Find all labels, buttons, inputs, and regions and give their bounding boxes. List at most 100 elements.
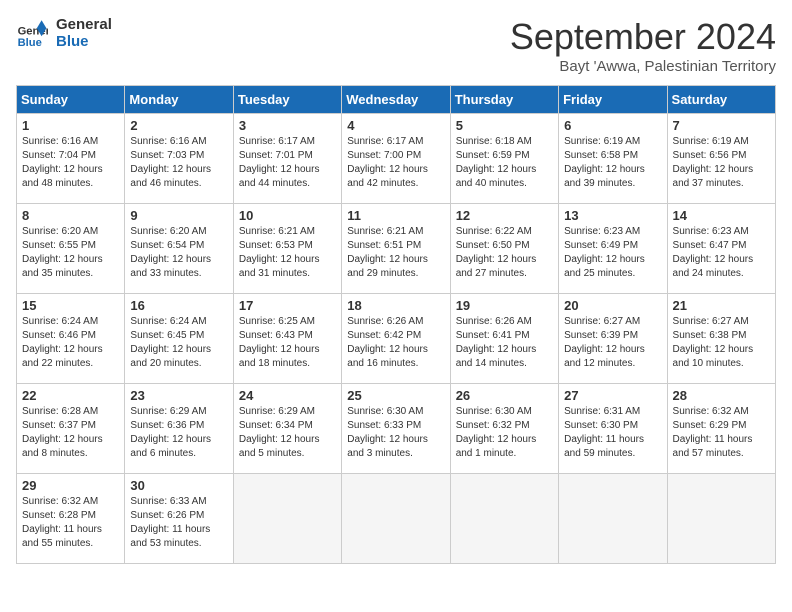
calendar-day-5: 5 Sunrise: 6:18 AMSunset: 6:59 PMDayligh… [450, 114, 558, 204]
logo-text-blue: Blue [56, 33, 112, 50]
day-number: 28 [673, 388, 770, 403]
weekday-header-monday: Monday [125, 86, 233, 114]
day-number: 16 [130, 298, 227, 313]
day-number: 9 [130, 208, 227, 223]
calendar-day-13: 13 Sunrise: 6:23 AMSunset: 6:49 PMDaylig… [559, 204, 667, 294]
calendar-day-15: 15 Sunrise: 6:24 AMSunset: 6:46 PMDaylig… [17, 294, 125, 384]
day-number: 29 [22, 478, 119, 493]
day-number: 22 [22, 388, 119, 403]
day-number: 26 [456, 388, 553, 403]
calendar-day-14: 14 Sunrise: 6:23 AMSunset: 6:47 PMDaylig… [667, 204, 775, 294]
day-info: Sunrise: 6:18 AMSunset: 6:59 PMDaylight:… [456, 135, 553, 191]
weekday-header-thursday: Thursday [450, 86, 558, 114]
empty-cell [450, 474, 558, 564]
empty-cell [342, 474, 450, 564]
day-info: Sunrise: 6:28 AMSunset: 6:37 PMDaylight:… [22, 405, 119, 461]
day-info: Sunrise: 6:16 AMSunset: 7:03 PMDaylight:… [130, 135, 227, 191]
calendar-day-23: 23 Sunrise: 6:29 AMSunset: 6:36 PMDaylig… [125, 384, 233, 474]
day-number: 3 [239, 118, 336, 133]
calendar-day-29: 29 Sunrise: 6:32 AMSunset: 6:28 PMDaylig… [17, 474, 125, 564]
weekday-header-wednesday: Wednesday [342, 86, 450, 114]
calendar-day-4: 4 Sunrise: 6:17 AMSunset: 7:00 PMDayligh… [342, 114, 450, 204]
day-info: Sunrise: 6:21 AMSunset: 6:51 PMDaylight:… [347, 225, 444, 281]
day-info: Sunrise: 6:30 AMSunset: 6:32 PMDaylight:… [456, 405, 553, 461]
day-number: 18 [347, 298, 444, 313]
day-info: Sunrise: 6:20 AMSunset: 6:55 PMDaylight:… [22, 225, 119, 281]
calendar-week-row: 29 Sunrise: 6:32 AMSunset: 6:28 PMDaylig… [17, 474, 776, 564]
day-info: Sunrise: 6:25 AMSunset: 6:43 PMDaylight:… [239, 315, 336, 371]
weekday-header-row: SundayMondayTuesdayWednesdayThursdayFrid… [17, 86, 776, 114]
day-number: 14 [673, 208, 770, 223]
day-info: Sunrise: 6:16 AMSunset: 7:04 PMDaylight:… [22, 135, 119, 191]
calendar-day-1: 1 Sunrise: 6:16 AMSunset: 7:04 PMDayligh… [17, 114, 125, 204]
day-number: 20 [564, 298, 661, 313]
calendar-day-9: 9 Sunrise: 6:20 AMSunset: 6:54 PMDayligh… [125, 204, 233, 294]
day-number: 6 [564, 118, 661, 133]
day-number: 15 [22, 298, 119, 313]
day-info: Sunrise: 6:19 AMSunset: 6:56 PMDaylight:… [673, 135, 770, 191]
calendar-day-18: 18 Sunrise: 6:26 AMSunset: 6:42 PMDaylig… [342, 294, 450, 384]
calendar-day-30: 30 Sunrise: 6:33 AMSunset: 6:26 PMDaylig… [125, 474, 233, 564]
day-number: 2 [130, 118, 227, 133]
day-number: 25 [347, 388, 444, 403]
title-block: September 2024 Bayt 'Awwa, Palestinian T… [510, 16, 776, 75]
day-number: 7 [673, 118, 770, 133]
day-info: Sunrise: 6:26 AMSunset: 6:41 PMDaylight:… [456, 315, 553, 371]
weekday-header-sunday: Sunday [17, 86, 125, 114]
calendar-day-16: 16 Sunrise: 6:24 AMSunset: 6:45 PMDaylig… [125, 294, 233, 384]
logo-text-general: General [56, 16, 112, 33]
day-number: 1 [22, 118, 119, 133]
day-number: 11 [347, 208, 444, 223]
day-number: 23 [130, 388, 227, 403]
empty-cell [233, 474, 341, 564]
calendar-body: 1 Sunrise: 6:16 AMSunset: 7:04 PMDayligh… [17, 114, 776, 564]
calendar-day-27: 27 Sunrise: 6:31 AMSunset: 6:30 PMDaylig… [559, 384, 667, 474]
day-info: Sunrise: 6:27 AMSunset: 6:38 PMDaylight:… [673, 315, 770, 371]
svg-text:Blue: Blue [18, 37, 42, 49]
day-number: 4 [347, 118, 444, 133]
day-number: 12 [456, 208, 553, 223]
day-number: 21 [673, 298, 770, 313]
day-number: 17 [239, 298, 336, 313]
calendar-week-row: 22 Sunrise: 6:28 AMSunset: 6:37 PMDaylig… [17, 384, 776, 474]
day-info: Sunrise: 6:20 AMSunset: 6:54 PMDaylight:… [130, 225, 227, 281]
day-info: Sunrise: 6:17 AMSunset: 7:01 PMDaylight:… [239, 135, 336, 191]
weekday-header-tuesday: Tuesday [233, 86, 341, 114]
calendar-week-row: 15 Sunrise: 6:24 AMSunset: 6:46 PMDaylig… [17, 294, 776, 384]
day-info: Sunrise: 6:21 AMSunset: 6:53 PMDaylight:… [239, 225, 336, 281]
logo: General Blue General Blue [16, 16, 112, 50]
day-number: 13 [564, 208, 661, 223]
calendar-day-20: 20 Sunrise: 6:27 AMSunset: 6:39 PMDaylig… [559, 294, 667, 384]
day-number: 19 [456, 298, 553, 313]
day-number: 24 [239, 388, 336, 403]
day-info: Sunrise: 6:24 AMSunset: 6:45 PMDaylight:… [130, 315, 227, 371]
day-info: Sunrise: 6:29 AMSunset: 6:36 PMDaylight:… [130, 405, 227, 461]
calendar-day-7: 7 Sunrise: 6:19 AMSunset: 6:56 PMDayligh… [667, 114, 775, 204]
calendar-day-2: 2 Sunrise: 6:16 AMSunset: 7:03 PMDayligh… [125, 114, 233, 204]
calendar-day-3: 3 Sunrise: 6:17 AMSunset: 7:01 PMDayligh… [233, 114, 341, 204]
calendar-day-21: 21 Sunrise: 6:27 AMSunset: 6:38 PMDaylig… [667, 294, 775, 384]
calendar-day-26: 26 Sunrise: 6:30 AMSunset: 6:32 PMDaylig… [450, 384, 558, 474]
calendar-day-17: 17 Sunrise: 6:25 AMSunset: 6:43 PMDaylig… [233, 294, 341, 384]
day-info: Sunrise: 6:26 AMSunset: 6:42 PMDaylight:… [347, 315, 444, 371]
calendar-day-24: 24 Sunrise: 6:29 AMSunset: 6:34 PMDaylig… [233, 384, 341, 474]
day-number: 10 [239, 208, 336, 223]
month-title: September 2024 [510, 16, 776, 58]
day-info: Sunrise: 6:22 AMSunset: 6:50 PMDaylight:… [456, 225, 553, 281]
day-info: Sunrise: 6:31 AMSunset: 6:30 PMDaylight:… [564, 405, 661, 461]
calendar-day-11: 11 Sunrise: 6:21 AMSunset: 6:51 PMDaylig… [342, 204, 450, 294]
day-number: 8 [22, 208, 119, 223]
weekday-header-friday: Friday [559, 86, 667, 114]
logo-icon: General Blue [16, 17, 48, 49]
day-info: Sunrise: 6:29 AMSunset: 6:34 PMDaylight:… [239, 405, 336, 461]
calendar-day-10: 10 Sunrise: 6:21 AMSunset: 6:53 PMDaylig… [233, 204, 341, 294]
day-info: Sunrise: 6:24 AMSunset: 6:46 PMDaylight:… [22, 315, 119, 371]
day-info: Sunrise: 6:30 AMSunset: 6:33 PMDaylight:… [347, 405, 444, 461]
calendar-day-8: 8 Sunrise: 6:20 AMSunset: 6:55 PMDayligh… [17, 204, 125, 294]
day-info: Sunrise: 6:27 AMSunset: 6:39 PMDaylight:… [564, 315, 661, 371]
empty-cell [559, 474, 667, 564]
empty-cell [667, 474, 775, 564]
day-info: Sunrise: 6:23 AMSunset: 6:47 PMDaylight:… [673, 225, 770, 281]
calendar-week-row: 1 Sunrise: 6:16 AMSunset: 7:04 PMDayligh… [17, 114, 776, 204]
calendar-day-12: 12 Sunrise: 6:22 AMSunset: 6:50 PMDaylig… [450, 204, 558, 294]
